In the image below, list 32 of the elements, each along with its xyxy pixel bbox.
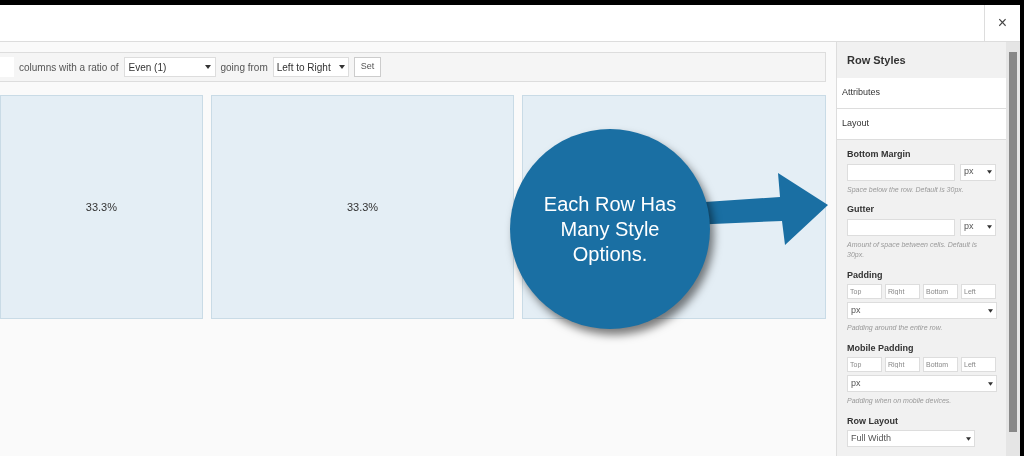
grid-cell[interactable]: 33.3% (210, 95, 515, 319)
ratio-dropdown[interactable]: Even (1) (123, 57, 216, 77)
scrollbar[interactable] (1006, 42, 1020, 456)
field-label: Padding (847, 268, 884, 282)
dropdown-arrow-icon (987, 170, 992, 174)
grid-cell[interactable]: 33.3% (0, 95, 203, 319)
dropdown-arrow-icon (338, 65, 345, 69)
dropdown-arrow-icon (987, 225, 992, 229)
unit-dropdown[interactable]: px (960, 163, 996, 181)
field-label: Gutter (847, 203, 875, 216)
text-input[interactable] (847, 163, 955, 181)
toolbar-text: columns with a ratio of (19, 60, 119, 75)
dropdown-arrow-icon (204, 65, 211, 69)
unit-dropdown[interactable]: Full Width (847, 430, 975, 447)
field-label: Mobile Padding (847, 341, 915, 355)
unit-dropdown[interactable]: px (847, 302, 997, 319)
set-button[interactable]: Set (353, 57, 382, 77)
dropdown-arrow-icon (966, 436, 971, 441)
text-input[interactable] (847, 218, 955, 236)
section-header[interactable]: Layout (837, 109, 1006, 140)
dropdown-arrow-icon (988, 381, 993, 386)
direction-dropdown[interactable]: Left to Right (272, 57, 349, 77)
close-button[interactable]: × (984, 5, 1020, 41)
toolbar-text: going from (220, 60, 268, 75)
field-label: Bottom Margin (847, 148, 912, 161)
field-label: Row Layout (847, 414, 899, 428)
unit-dropdown[interactable]: px (960, 218, 996, 236)
unit-dropdown[interactable]: px (847, 375, 997, 392)
dropdown-arrow-icon (988, 308, 993, 313)
cell-width-label: 33.3% (346, 199, 379, 215)
cell-width-label: 33.3% (85, 199, 117, 215)
section-header[interactable]: Attributes (837, 78, 1006, 109)
